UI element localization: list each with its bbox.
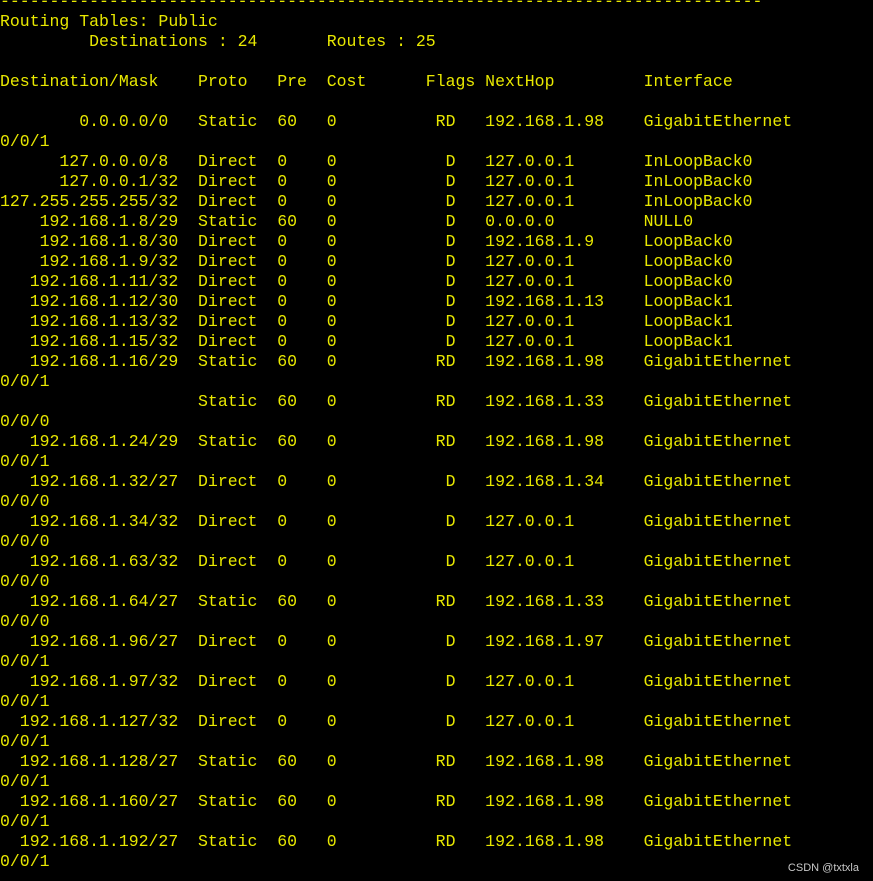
- terminal-line: 0/0/1: [0, 692, 50, 711]
- watermark: CSDN @txtxla: [787, 862, 859, 874]
- terminal-line: 192.168.1.8/29 Static 60 0 D 0.0.0.0 NUL…: [0, 212, 694, 231]
- terminal-line: 0/0/0: [0, 532, 50, 551]
- terminal-line: 0/0/0: [0, 492, 50, 511]
- terminal-line: 127.255.255.255/32 Direct 0 0 D 127.0.0.…: [0, 192, 753, 211]
- terminal-line: 192.168.1.96/27 Direct 0 0 D 192.168.1.9…: [0, 632, 793, 651]
- terminal-line: 192.168.1.16/29 Static 60 0 RD 192.168.1…: [0, 352, 793, 371]
- terminal-line: Destination/Mask Proto Pre Cost Flags Ne…: [0, 72, 733, 91]
- terminal-line: 0/0/1: [0, 132, 50, 151]
- terminal-line: 0/0/0: [0, 412, 50, 431]
- terminal-line: 127.0.0.1/32 Direct 0 0 D 127.0.0.1 InLo…: [0, 172, 753, 191]
- terminal-line: 0/0/0: [0, 572, 50, 591]
- terminal-line: Static 60 0 RD 192.168.1.33 GigabitEther…: [0, 392, 793, 411]
- terminal-line: Destinations : 24 Routes : 25: [0, 32, 436, 51]
- terminal-line: 192.168.1.11/32 Direct 0 0 D 127.0.0.1 L…: [0, 272, 733, 291]
- terminal-line: 192.168.1.128/27 Static 60 0 RD 192.168.…: [0, 752, 793, 771]
- terminal-line: 0.0.0.0/0 Static 60 0 RD 192.168.1.98 Gi…: [0, 112, 793, 131]
- terminal-line: 192.168.1.64/27 Static 60 0 RD 192.168.1…: [0, 592, 793, 611]
- terminal-line: 0/0/1: [0, 812, 50, 831]
- terminal-line: 0/0/1: [0, 732, 50, 751]
- terminal-line: 192.168.1.192/27 Static 60 0 RD 192.168.…: [0, 832, 793, 851]
- terminal-line: 192.168.1.160/27 Static 60 0 RD 192.168.…: [0, 792, 793, 811]
- terminal-line: 192.168.1.8/30 Direct 0 0 D 192.168.1.9 …: [0, 232, 733, 251]
- terminal-line: 192.168.1.32/27 Direct 0 0 D 192.168.1.3…: [0, 472, 793, 491]
- terminal-line: 0/0/1: [0, 372, 50, 391]
- terminal-line: 192.168.1.9/32 Direct 0 0 D 127.0.0.1 Lo…: [0, 252, 733, 271]
- terminal-line: 192.168.1.13/32 Direct 0 0 D 127.0.0.1 L…: [0, 312, 733, 331]
- terminal-line: 127.0.0.0/8 Direct 0 0 D 127.0.0.1 InLoo…: [0, 152, 753, 171]
- terminal-line: 192.168.1.97/32 Direct 0 0 D 127.0.0.1 G…: [0, 672, 793, 691]
- terminal-line: 192.168.1.24/29 Static 60 0 RD 192.168.1…: [0, 432, 793, 451]
- terminal-line: 0/0/1: [0, 452, 50, 471]
- terminal-line: 0/0/0: [0, 612, 50, 631]
- terminal-line: 0/0/1: [0, 772, 50, 791]
- terminal-line: 0/0/1: [0, 652, 50, 671]
- terminal-line: Routing Tables: Public: [0, 12, 218, 31]
- terminal-line: 192.168.1.127/32 Direct 0 0 D 127.0.0.1 …: [0, 712, 793, 731]
- terminal-line: 192.168.1.15/32 Direct 0 0 D 127.0.0.1 L…: [0, 332, 733, 351]
- terminal-line: 192.168.1.34/32 Direct 0 0 D 127.0.0.1 G…: [0, 512, 793, 531]
- terminal-line: 192.168.1.12/30 Direct 0 0 D 192.168.1.1…: [0, 292, 733, 311]
- terminal-output[interactable]: ----------------------------------------…: [0, 0, 873, 872]
- terminal-line: ----------------------------------------…: [0, 0, 763, 11]
- terminal-line: 192.168.1.63/32 Direct 0 0 D 127.0.0.1 G…: [0, 552, 793, 571]
- terminal-line: 0/0/1: [0, 852, 50, 871]
